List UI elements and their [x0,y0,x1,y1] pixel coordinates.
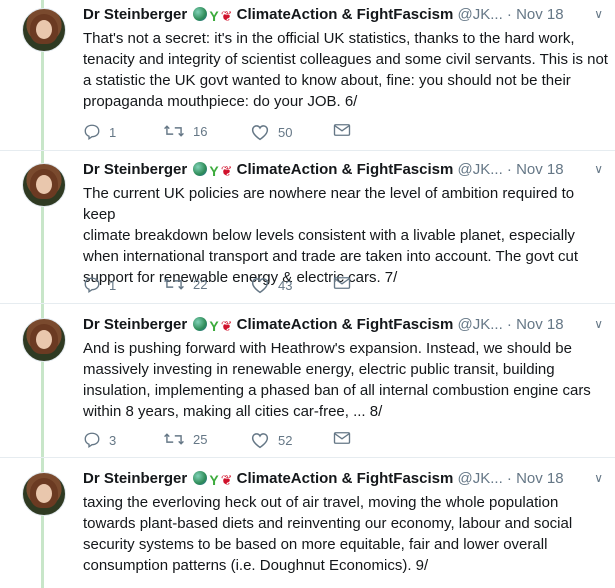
rose-emoji-icon: ❦ [220,8,233,24]
chevron-down-icon[interactable]: ∨ [594,471,603,485]
avatar[interactable] [22,472,66,516]
tweet-header: Dr Steinberger Y ❦ ClimateAction & FightF… [83,161,603,181]
like-button[interactable]: 43 [250,276,292,294]
tweet-text: And is pushing forward with Heathrow's e… [83,340,591,420]
chevron-down-icon[interactable]: ∨ [594,317,603,331]
globe-emoji-icon [193,471,208,485]
divider [0,150,615,151]
rose-emoji-icon: ❦ [220,472,233,488]
tweet-date[interactable]: Nov 18 [516,161,564,178]
avatar[interactable] [22,318,66,362]
retweet-button[interactable]: 16 [163,123,207,139]
reply-icon [84,277,100,294]
globe-emoji-icon [193,7,208,21]
reply-button[interactable]: 3 [83,431,116,449]
like-icon [251,125,269,141]
tweet-text: The current UK policies are nowhere near… [83,185,579,286]
retweet-count: 25 [193,431,208,447]
reply-count: 1 [109,277,117,293]
like-count: 43 [278,277,293,293]
tweet-actions: 3 25 52 [83,431,383,451]
author-name[interactable]: Dr Steinberger [83,316,187,333]
rose-emoji-icon: ❦ [220,163,233,179]
reply-count: 1 [109,124,117,140]
author-handle[interactable]: @JK... [458,470,503,487]
author-name[interactable]: Dr Steinberger [83,6,187,23]
separator-dot: · [506,6,512,23]
author-handle[interactable]: @JK... [458,6,503,23]
tweet-actions: 1 22 43 [83,276,383,296]
seedling-emoji-icon: Y [209,318,219,334]
divider [0,303,615,304]
reply-icon [84,432,100,449]
author-handle[interactable]: @JK... [458,161,503,178]
separator-dot: · [506,470,512,487]
message-icon [333,124,351,136]
retweet-icon [164,125,184,137]
retweet-button[interactable]: 25 [163,431,207,447]
retweet-icon [164,433,184,445]
reply-button[interactable]: 1 [83,276,116,294]
reply-count: 3 [109,432,117,448]
like-icon [251,278,269,294]
like-count: 52 [278,432,293,448]
author-name-suffix[interactable]: ClimateAction & FightFascism [237,161,454,178]
chevron-down-icon[interactable]: ∨ [594,162,603,176]
message-button[interactable] [333,123,351,137]
message-icon [333,432,351,444]
tweet-text: That's not a secret: it's in the officia… [83,30,608,110]
globe-emoji-icon [193,317,208,331]
reply-icon [84,124,100,141]
divider [0,457,615,458]
author-name[interactable]: Dr Steinberger [83,161,187,178]
author-name-suffix[interactable]: ClimateAction & FightFascism [237,316,454,333]
globe-emoji-icon [193,162,208,176]
tweet-header: Dr Steinberger Y ❦ ClimateAction & FightF… [83,6,603,26]
seedling-emoji-icon: Y [209,472,219,488]
tweet-date[interactable]: Nov 18 [516,6,564,23]
separator-dot: · [506,316,512,333]
seedling-emoji-icon: Y [209,8,219,24]
rose-emoji-icon: ❦ [220,318,233,334]
separator-dot: · [506,161,512,178]
tweet-header: Dr Steinberger Y ❦ ClimateAction & FightF… [83,470,603,490]
author-name-suffix[interactable]: ClimateAction & FightFascism [237,6,454,23]
author-handle[interactable]: @JK... [458,316,503,333]
message-button[interactable] [333,431,351,445]
message-button[interactable] [333,276,351,290]
author-name-suffix[interactable]: ClimateAction & FightFascism [237,470,454,487]
like-count: 50 [278,124,293,140]
avatar[interactable] [22,8,66,52]
retweet-button[interactable]: 22 [163,276,207,292]
seedling-emoji-icon: Y [209,163,219,179]
avatar[interactable] [22,163,66,207]
reply-button[interactable]: 1 [83,123,116,141]
chevron-down-icon[interactable]: ∨ [594,7,603,21]
retweet-icon [164,278,184,290]
like-button[interactable]: 50 [250,123,292,141]
retweet-count: 22 [193,276,208,292]
like-icon [251,433,269,449]
tweet-text: taxing the everloving heck out of air tr… [83,494,573,574]
like-button[interactable]: 52 [250,431,292,449]
tweet-date[interactable]: Nov 18 [516,316,564,333]
tweet-date[interactable]: Nov 18 [516,470,564,487]
retweet-count: 16 [193,123,208,139]
author-name[interactable]: Dr Steinberger [83,470,187,487]
message-icon [333,277,351,289]
tweet-actions: 1 16 50 [83,123,383,143]
tweet-header: Dr Steinberger Y ❦ ClimateAction & FightF… [83,316,603,336]
